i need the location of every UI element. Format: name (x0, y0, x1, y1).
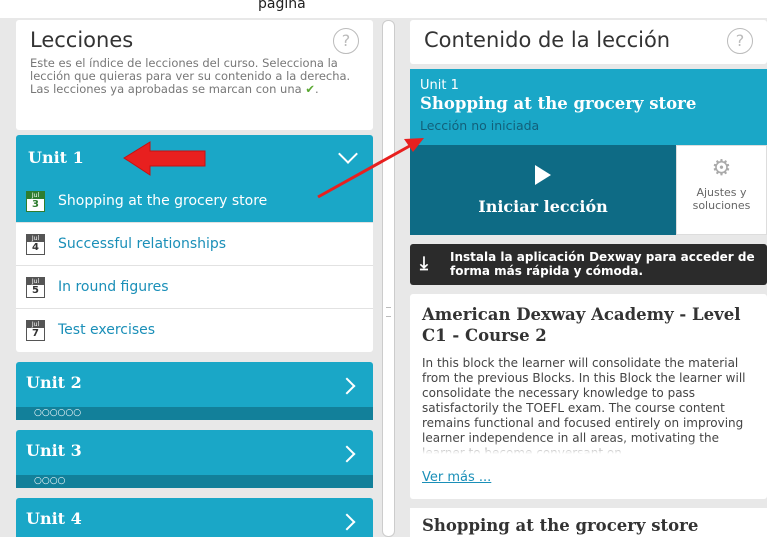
selected-lesson-unit: Unit 1 (420, 78, 459, 93)
settings-label-1: Ajustes y (696, 186, 747, 199)
lessons-help-icon[interactable]: ? (333, 28, 359, 54)
start-lesson-label: Iniciar lección (478, 197, 608, 216)
lesson-item-shopping[interactable]: Jul 3 Shopping at the grocery store (16, 180, 373, 223)
settings-label-2: soluciones (692, 199, 751, 212)
top-text: página (258, 0, 306, 12)
unit-3-progress-dots: ○○○○ (16, 475, 373, 488)
course-title: American Dexway Academy - Level C1 - Cou… (422, 305, 741, 345)
lesson-title: Test exercises (58, 322, 156, 338)
see-more-link[interactable]: Ver más ... (422, 470, 491, 485)
unit-2-progress-dots: ○○○○○○ (16, 407, 373, 420)
unit-2-name: Unit 2 (26, 373, 82, 392)
unit-1-header[interactable]: Unit 1 (16, 135, 373, 180)
splitter-grip-icon[interactable] (386, 307, 391, 317)
chevron-right-icon[interactable] (338, 445, 356, 463)
lesson-title: Shopping at the grocery store (58, 193, 268, 209)
install-text: Instala la aplicación Dexway para accede… (450, 250, 755, 278)
calendar-month: Jul (27, 192, 44, 199)
lesson-title: Successful relationships (58, 236, 227, 252)
calendar-day: 3 (27, 199, 44, 211)
calendar-icon: Jul 7 (26, 320, 45, 341)
content-help-icon[interactable]: ? (727, 28, 753, 54)
lessons-title: Lecciones (30, 28, 134, 52)
content-title: Contenido de la lección (424, 28, 671, 52)
intro-end: . (314, 82, 319, 96)
chevron-down-icon[interactable] (338, 144, 358, 164)
lesson-item-round-figures[interactable]: Jul 5 In round figures (16, 266, 373, 309)
lesson-info-title: Shopping at the grocery store (422, 516, 699, 535)
download-icon: ⤓ (420, 253, 428, 274)
content-header: Contenido de la lección ? (410, 20, 767, 64)
unit-4-name: Unit 4 (26, 509, 82, 528)
course-info-card: American Dexway Academy - Level C1 - Cou… (410, 294, 767, 499)
chevron-right-icon[interactable] (338, 377, 356, 395)
top-strip: página (0, 0, 767, 18)
lesson-title: In round figures (58, 279, 169, 295)
unit-2-card[interactable]: Unit 2 ○○○○○○ (16, 362, 373, 420)
unit-1-name: Unit 1 (28, 148, 84, 167)
lesson-info-card: Shopping at the grocery store (410, 508, 767, 537)
unit-4-card[interactable]: Unit 4 (16, 498, 373, 537)
start-lesson-button[interactable]: Iniciar lección (410, 145, 676, 235)
chevron-right-icon[interactable] (338, 513, 356, 531)
calendar-day: 4 (32, 242, 39, 253)
lessons-intro-text: Este es el índice de lecciones del curso… (30, 57, 359, 96)
calendar-month: Jul (27, 321, 44, 328)
calendar-day: 5 (32, 285, 39, 296)
lessons-intro: Lecciones ? Este es el índice de leccion… (16, 20, 373, 130)
play-icon (535, 165, 551, 185)
lesson-status: Lección no iniciada (420, 118, 540, 133)
lesson-content-panel: Contenido de la lección ? Unit 1 Shoppin… (410, 20, 767, 537)
calendar-icon: Jul 3 (26, 191, 45, 212)
install-app-banner[interactable]: ⤓ Instala la aplicación Dexway para acce… (410, 244, 767, 285)
panel-splitter[interactable] (382, 20, 395, 537)
lesson-actions: Iniciar lección ⚙ Ajustes y soluciones (410, 145, 767, 235)
check-icon: ✔ (305, 82, 315, 96)
calendar-day: 7 (32, 328, 39, 339)
calendar-icon: Jul 4 (26, 234, 45, 255)
unit-3-name: Unit 3 (26, 441, 82, 460)
lesson-item-relationships[interactable]: Jul 4 Successful relationships (16, 223, 373, 266)
selected-lesson-card: Unit 1 Shopping at the grocery store Lec… (410, 69, 767, 145)
calendar-icon: Jul 5 (26, 277, 45, 298)
selected-lesson-title: Shopping at the grocery store (420, 94, 697, 113)
calendar-month: Jul (27, 235, 44, 242)
settings-solutions-button[interactable]: ⚙ Ajustes y soluciones (676, 145, 767, 235)
lessons-panel: Lecciones ? Este es el índice de leccion… (16, 20, 373, 537)
unit-1-lessons: Jul 3 Shopping at the grocery store Jul … (16, 180, 373, 352)
unit-3-card[interactable]: Unit 3 ○○○○ (16, 430, 373, 488)
lesson-item-test-exercises[interactable]: Jul 7 Test exercises (16, 309, 373, 352)
gear-icon: ⚙ (711, 156, 732, 181)
course-description: In this block the learner will consolida… (422, 356, 755, 454)
calendar-month: Jul (27, 278, 44, 285)
intro-text: Este es el índice de lecciones del curso… (30, 56, 351, 96)
